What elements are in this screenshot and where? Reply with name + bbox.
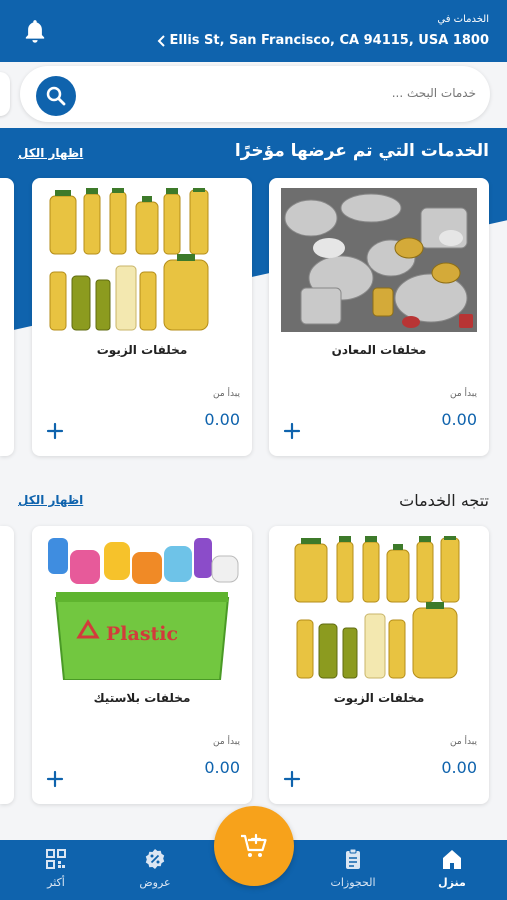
nav-bookings[interactable]: الحجوزات bbox=[318, 848, 388, 889]
card-price: 0.00 bbox=[441, 758, 477, 777]
card-title: مخلفات المعادن bbox=[331, 343, 427, 357]
add-icon[interactable] bbox=[283, 770, 301, 788]
search-icon bbox=[46, 86, 66, 106]
add-icon[interactable] bbox=[283, 422, 301, 440]
bell-icon[interactable] bbox=[22, 18, 48, 46]
nav-offers[interactable]: عروض bbox=[120, 848, 190, 889]
card-title: مخلفات الزيوت bbox=[333, 691, 425, 705]
add-icon[interactable] bbox=[46, 422, 64, 440]
search-bar[interactable] bbox=[20, 66, 490, 122]
card-starting-label: يبدأ من bbox=[450, 737, 477, 747]
card-starting-label: يبدأ من bbox=[213, 389, 240, 399]
location-address: Ellis St, San Francisco, CA 94115, USA 1… bbox=[169, 33, 489, 48]
oil-bottles-image bbox=[281, 536, 477, 680]
nav-bookings-label: الحجوزات bbox=[330, 876, 376, 889]
card-price: 0.00 bbox=[204, 410, 240, 429]
card-partial[interactable] bbox=[0, 526, 14, 804]
plastic-label: Plastic bbox=[106, 623, 178, 645]
add-icon[interactable] bbox=[46, 770, 64, 788]
nav-more[interactable]: أكثر bbox=[21, 848, 91, 889]
home-icon bbox=[443, 850, 461, 869]
recent-section-title: الخدمات التي تم عرضها مؤخرًا bbox=[234, 141, 489, 161]
card-partial[interactable] bbox=[0, 178, 14, 456]
recent-show-all-link[interactable]: اظهار الكل bbox=[18, 146, 83, 160]
clipboard-icon bbox=[346, 848, 360, 869]
discount-badge-icon bbox=[145, 849, 165, 869]
plastic-bin-image: Plastic bbox=[44, 536, 240, 680]
service-card-oils-trending[interactable]: مخلفات الزيوت يبدأ من 0.00 bbox=[269, 526, 489, 804]
trending-section-title: تتجه الخدمات bbox=[399, 491, 489, 510]
chevron-left-icon bbox=[157, 34, 165, 47]
search-side-stub bbox=[0, 72, 10, 116]
card-title: مخلفات بلاستيك bbox=[93, 691, 191, 705]
card-price: 0.00 bbox=[441, 410, 477, 429]
nav-home[interactable]: منزل bbox=[417, 848, 487, 889]
card-starting-label: يبدأ من bbox=[450, 389, 477, 399]
search-area bbox=[0, 62, 507, 128]
search-button[interactable] bbox=[36, 76, 76, 116]
service-card-oils[interactable]: مخلفات الزيوت يبدأ من 0.00 bbox=[32, 178, 252, 456]
nav-more-label: أكثر bbox=[47, 876, 65, 889]
metal-cans-image bbox=[281, 188, 477, 332]
location-selector[interactable]: Ellis St, San Francisco, CA 94115, USA 1… bbox=[157, 33, 489, 48]
add-to-cart-icon bbox=[241, 833, 267, 857]
cart-fab-button[interactable] bbox=[214, 806, 294, 886]
card-title: مخلفات الزيوت bbox=[96, 343, 188, 357]
location-label: الخدمات في bbox=[437, 14, 489, 25]
card-price: 0.00 bbox=[204, 758, 240, 777]
search-input[interactable] bbox=[96, 86, 476, 100]
service-card-metals[interactable]: مخلفات المعادن يبدأ من 0.00 bbox=[269, 178, 489, 456]
nav-offers-label: عروض bbox=[139, 876, 171, 889]
service-card-plastic[interactable]: Plastic مخلفات بلاستيك يبدأ من 0.00 bbox=[32, 526, 252, 804]
top-header: الخدمات في Ellis St, San Francisco, CA 9… bbox=[0, 0, 507, 62]
grid-icon bbox=[46, 849, 66, 869]
nav-home-label: منزل bbox=[438, 876, 466, 889]
oil-bottles-image bbox=[44, 188, 240, 332]
trending-show-all-link[interactable]: اظهار الكل bbox=[18, 493, 83, 507]
card-starting-label: يبدأ من bbox=[213, 737, 240, 747]
